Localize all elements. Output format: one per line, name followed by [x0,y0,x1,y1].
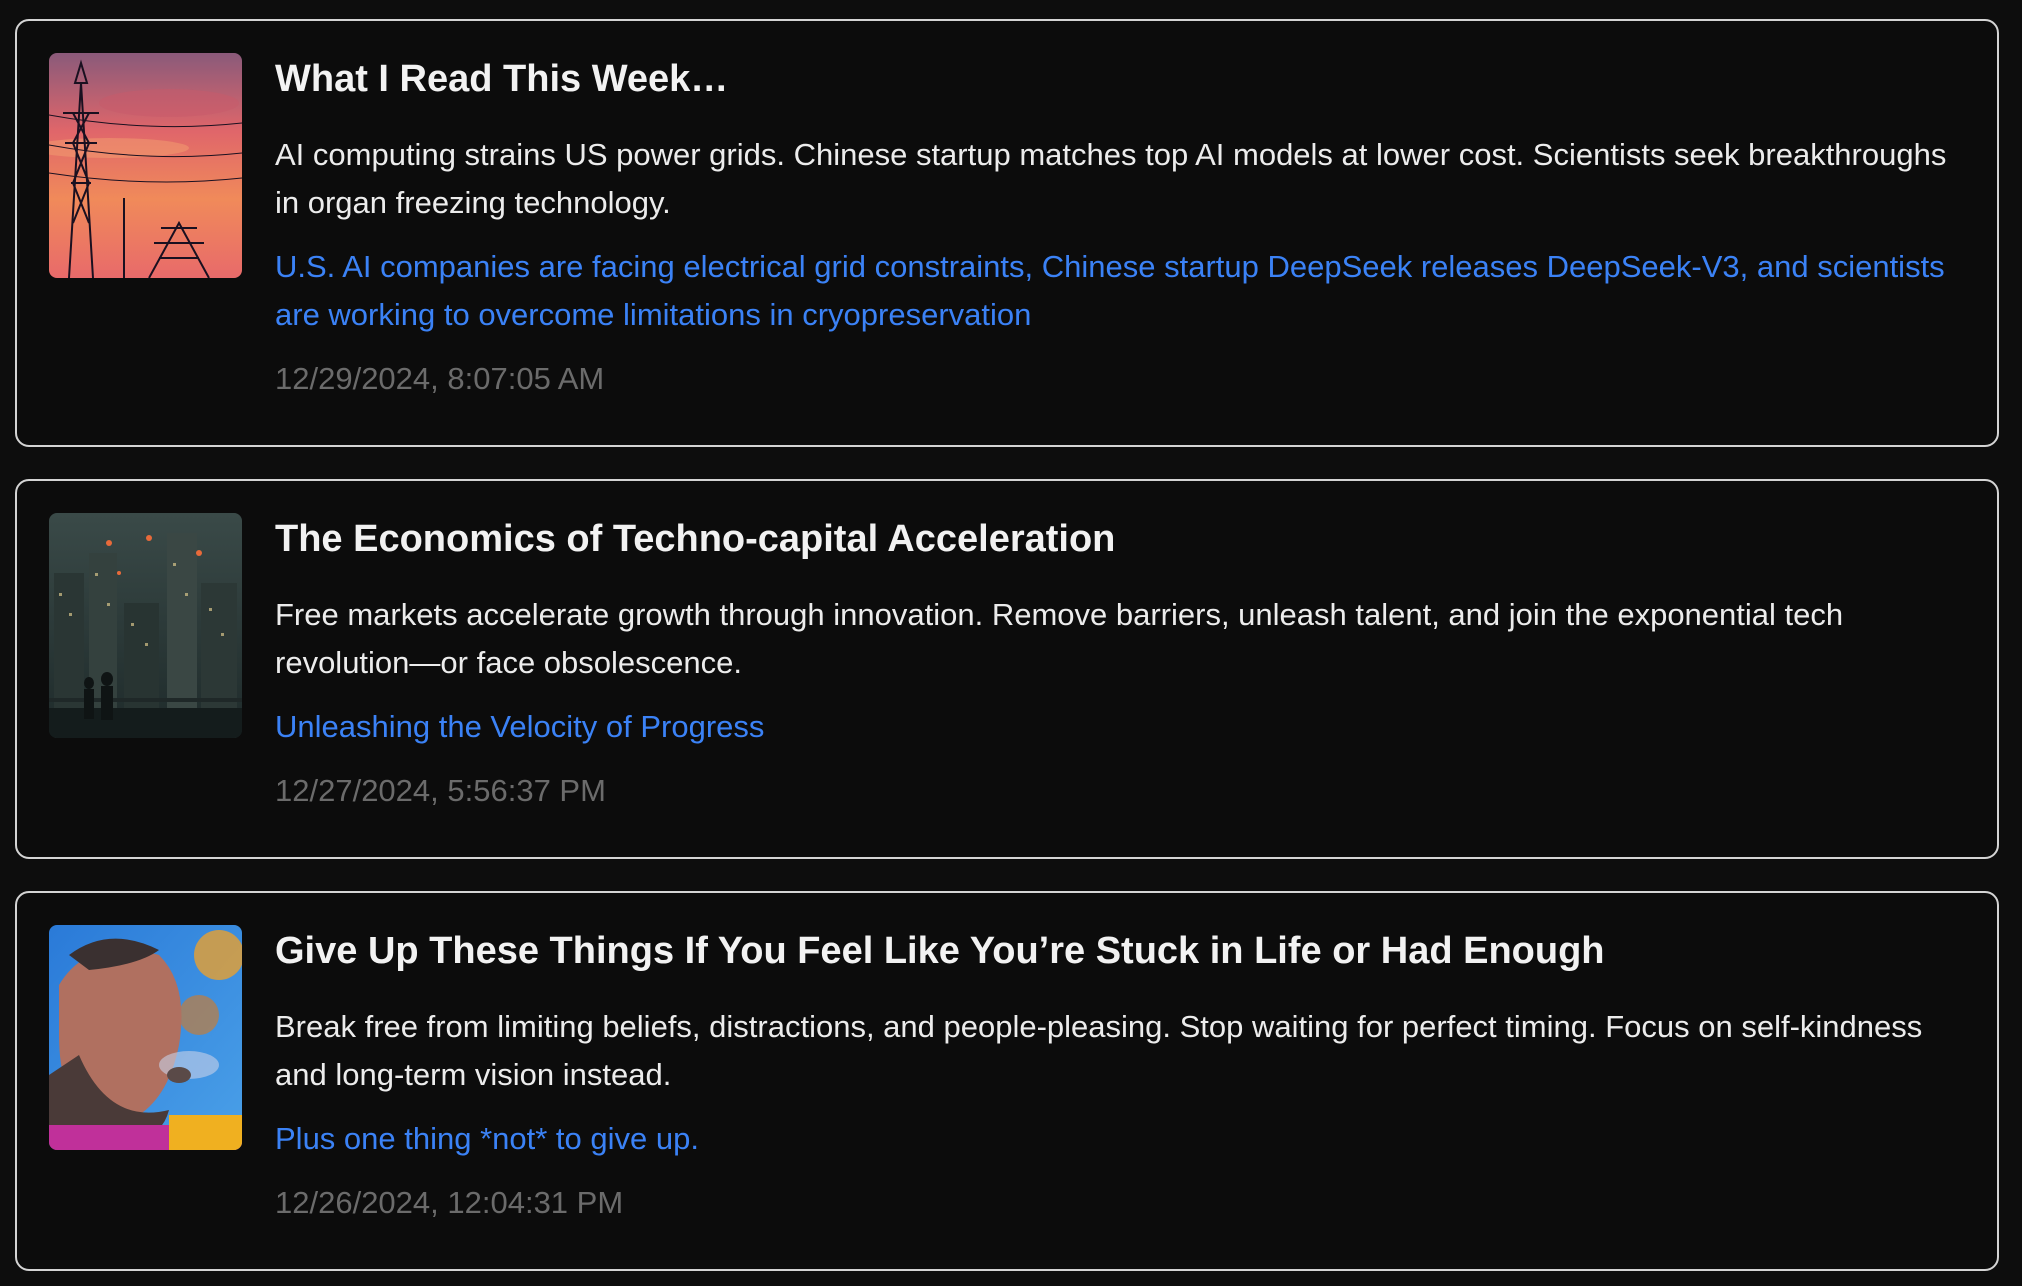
article-summary: AI computing strains US power grids. Chi… [275,137,1947,220]
article-card[interactable]: The Economics of Techno-capital Accelera… [15,479,1999,859]
article-timestamp: 12/29/2024, 8:07:05 AM [275,361,605,396]
article-summary: Break free from limiting beliefs, distra… [275,1009,1923,1092]
article-timestamp: 12/26/2024, 12:04:31 PM [275,1185,624,1220]
power-lines-sunset-image[interactable] [49,53,242,278]
article-card[interactable]: What I Read This Week… AI computing stra… [15,19,1999,447]
article-card[interactable]: Give Up These Things If You Feel Like Yo… [15,891,1999,1271]
article-title[interactable]: The Economics of Techno-capital Accelera… [275,513,1957,565]
article-title[interactable]: Give Up These Things If You Feel Like Yo… [275,925,1957,977]
article-subtitle-link[interactable]: U.S. AI companies are facing electrical … [275,243,1957,339]
article-timestamp: 12/27/2024, 5:56:37 PM [275,773,606,808]
article-subtitle-link[interactable]: Plus one thing *not* to give up. [275,1115,1957,1163]
article-feed: What I Read This Week… AI computing stra… [15,19,1999,1271]
article-summary: Free markets accelerate growth through i… [275,597,1844,680]
article-title[interactable]: What I Read This Week… [275,53,1957,105]
futuristic-city-image[interactable] [49,513,242,738]
article-subtitle-link[interactable]: Unleashing the Velocity of Progress [275,703,1957,751]
bearded-man-smoking-image[interactable] [49,925,242,1150]
